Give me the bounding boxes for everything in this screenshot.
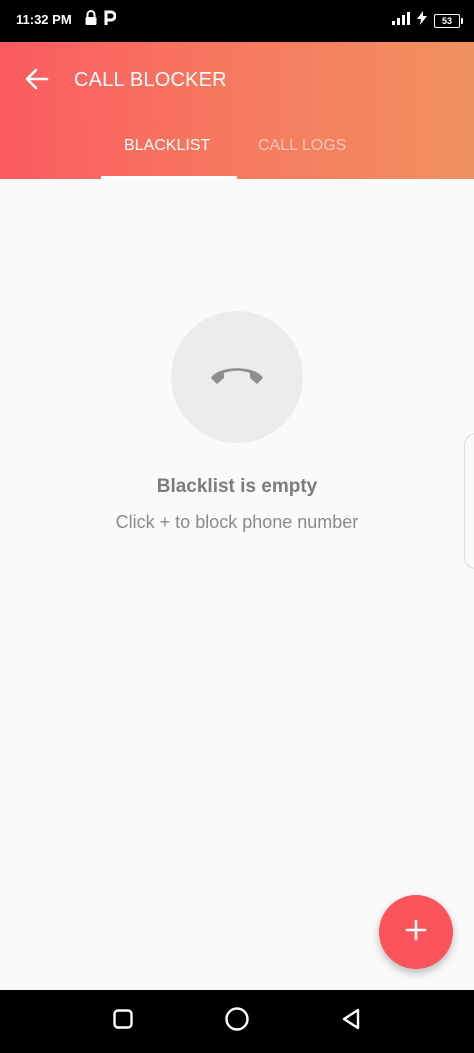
empty-state-title: Blacklist is empty	[156, 476, 318, 497]
charging-icon	[416, 11, 428, 30]
status-right-icons: 53	[392, 11, 463, 30]
recents-button[interactable]	[110, 1008, 136, 1034]
back-triangle-icon	[340, 1007, 362, 1036]
status-bar: 11:32 PM 53	[0, 0, 474, 42]
status-left-icons	[84, 10, 117, 31]
tab-blacklist[interactable]: BLACKLIST	[124, 137, 210, 155]
battery-icon: 53	[434, 13, 463, 28]
plus-icon	[405, 919, 427, 946]
back-nav-button[interactable]	[338, 1008, 364, 1034]
status-time: 11:32 PM	[16, 12, 72, 27]
system-nav-bar	[0, 990, 474, 1053]
home-circle-icon	[224, 1006, 250, 1037]
tab-call-logs[interactable]: CALL LOGS	[258, 137, 346, 155]
side-edge-handle[interactable]	[464, 433, 474, 569]
p-icon	[104, 10, 117, 31]
app-bar: CALL BLOCKER BLACKLIST CALL LOGS	[0, 42, 474, 179]
back-button[interactable]	[22, 66, 52, 96]
signal-icon	[392, 11, 410, 30]
empty-state-subtitle: Click + to block phone number	[115, 512, 359, 532]
recents-square-icon	[112, 1008, 134, 1035]
phone-hangup-icon	[208, 363, 266, 392]
tab-indicator	[101, 176, 237, 179]
arrow-left-icon	[25, 68, 49, 95]
empty-state-icon-circle	[171, 311, 303, 443]
app-title: CALL BLOCKER	[74, 69, 227, 91]
lock-icon	[84, 10, 98, 31]
home-button[interactable]	[224, 1006, 250, 1037]
add-number-button[interactable]	[379, 895, 453, 969]
